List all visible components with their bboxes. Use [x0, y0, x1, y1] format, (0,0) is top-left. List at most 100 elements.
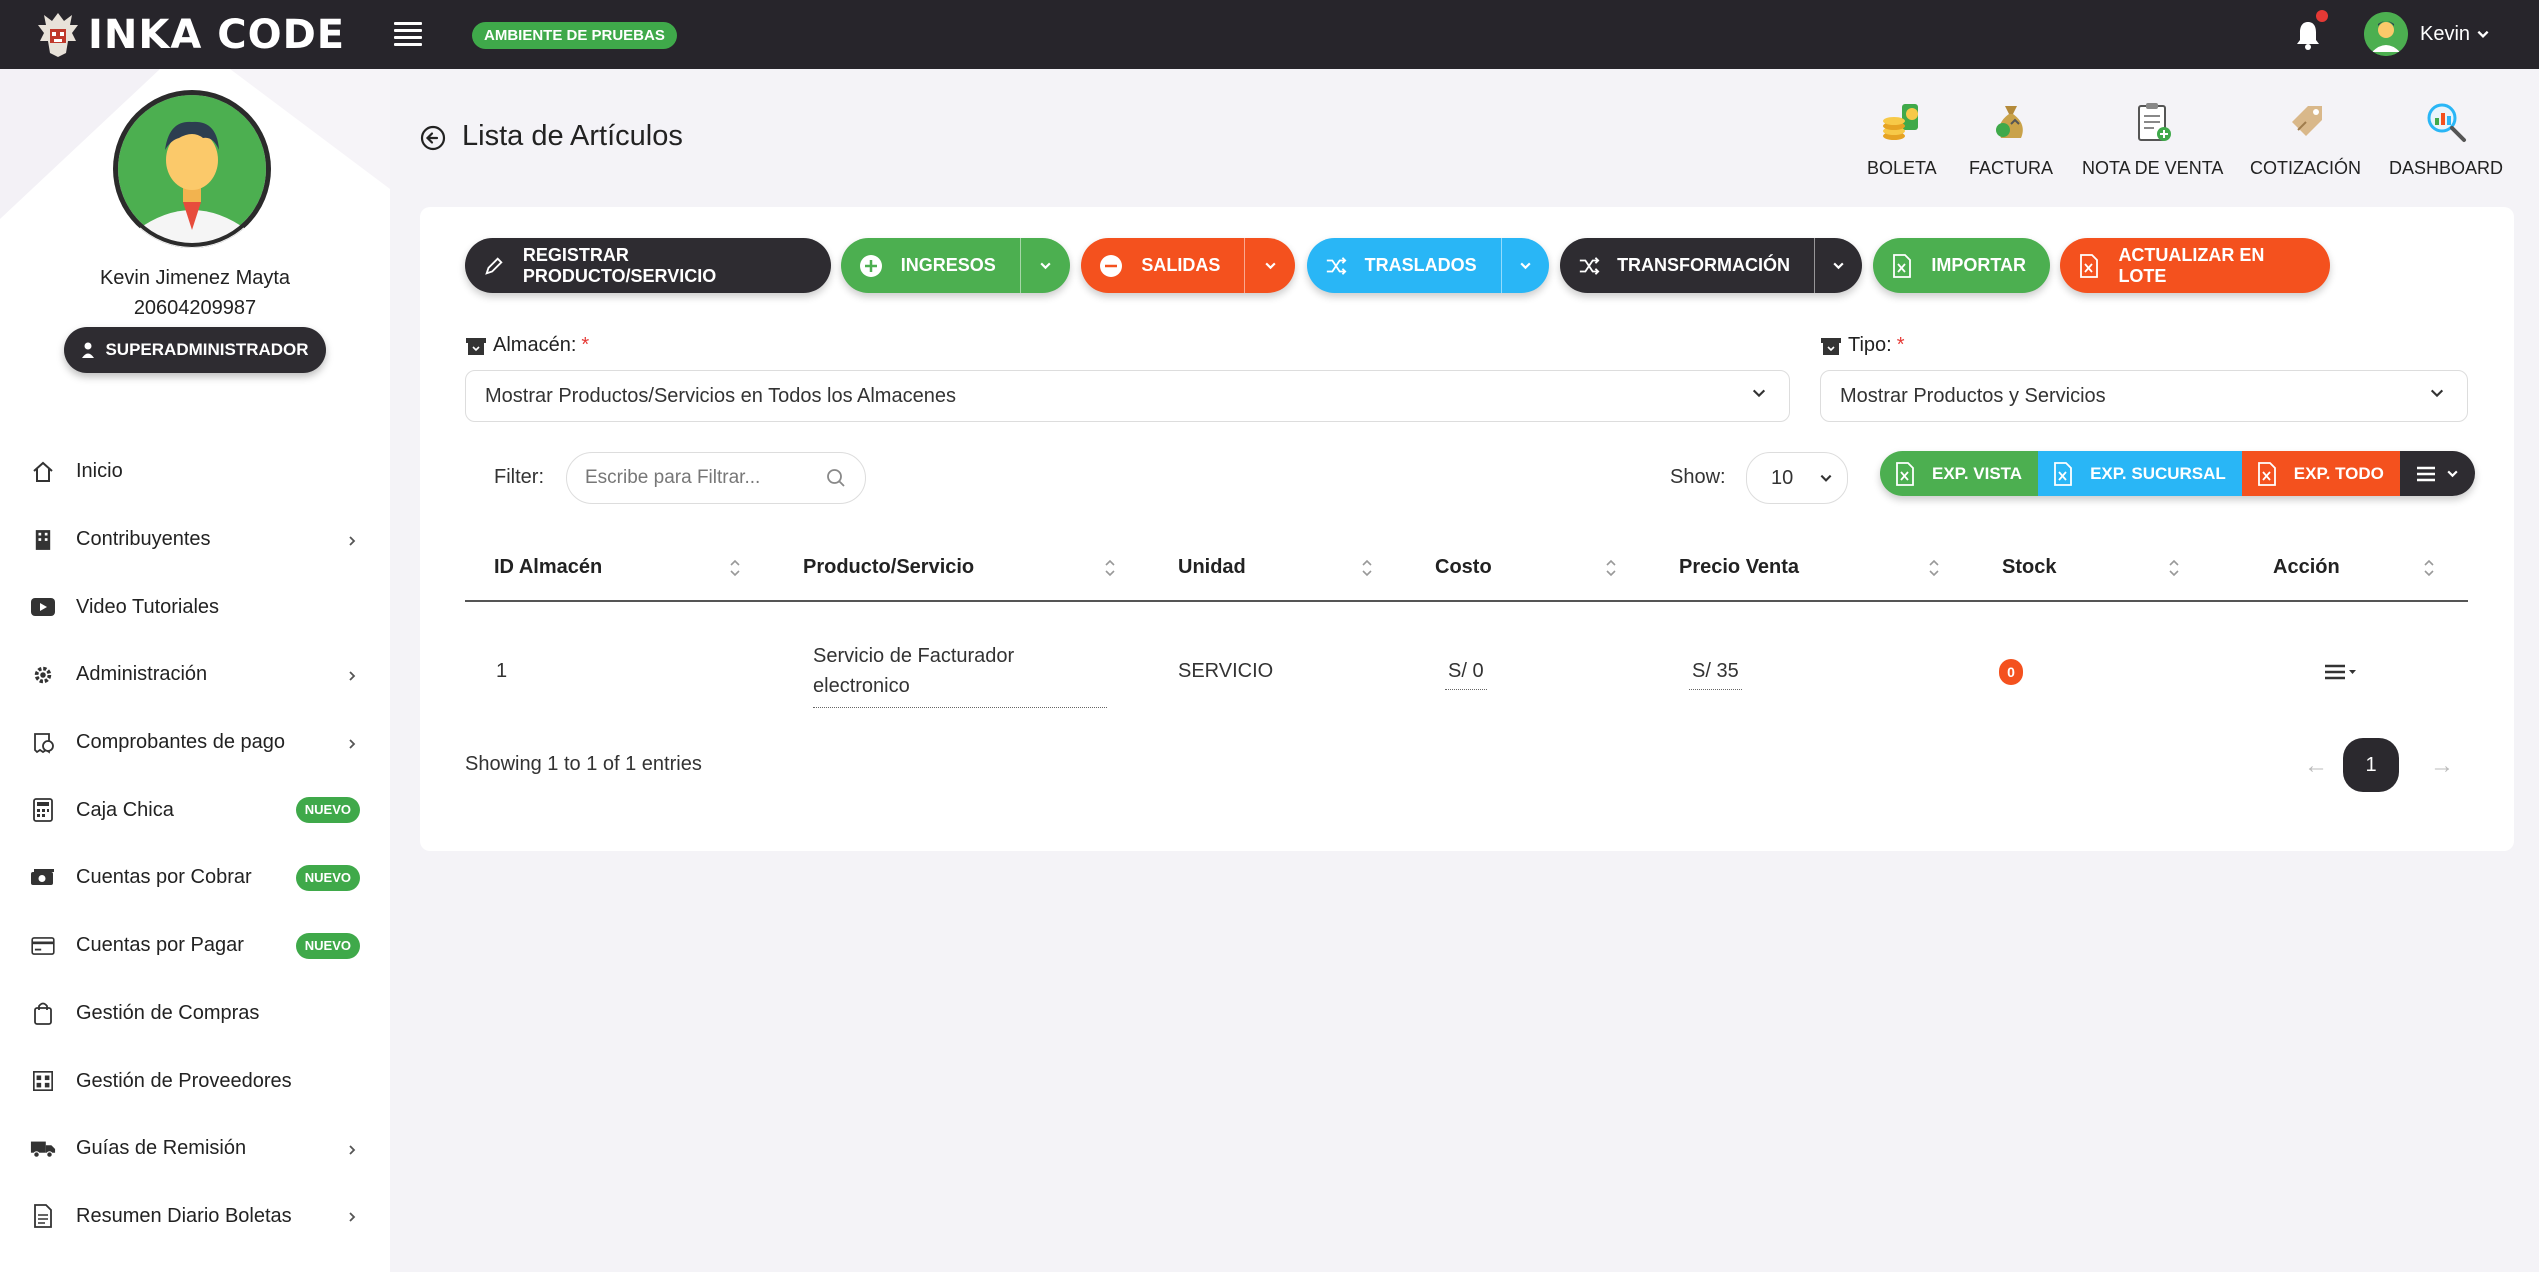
- quick-link-boleta[interactable]: BOLETA: [1867, 100, 1937, 179]
- sidebar-item-label: Contribuyentes: [76, 528, 211, 551]
- credit-card-icon: [28, 936, 58, 955]
- filter-input[interactable]: [566, 452, 866, 504]
- quick-link-factura[interactable]: FACTURA: [1969, 100, 2053, 179]
- quick-link-dashboard[interactable]: DASHBOARD: [2389, 100, 2503, 179]
- chevron-right-icon: [346, 662, 358, 688]
- almacen-select[interactable]: Mostrar Productos/Servicios en Todos los…: [465, 370, 1790, 422]
- sort-icon[interactable]: [1927, 556, 1941, 580]
- sort-icon[interactable]: [2422, 556, 2436, 580]
- cell-costo[interactable]: S/ 0: [1445, 660, 1487, 690]
- export-branch-button[interactable]: EXP. SUCURSAL: [2038, 451, 2242, 496]
- sidebar-item-cuentas-por-cobrar[interactable]: Cuentas por Cobrar NUEVO: [0, 844, 390, 912]
- cell-unidad: SERVICIO: [1178, 660, 1274, 682]
- new-badge: NUEVO: [295, 932, 360, 959]
- menu-toggle-button[interactable]: [394, 22, 422, 46]
- sort-icon[interactable]: [1604, 556, 1618, 580]
- importar-button[interactable]: IMPORTAR: [1873, 238, 2050, 293]
- new-badge: NUEVO: [295, 864, 360, 891]
- chevron-down-icon: [2430, 389, 2444, 398]
- sidebar-item-cuentas-por-pagar[interactable]: Cuentas por Pagar NUEVO: [0, 912, 390, 980]
- ingresos-button[interactable]: INGRESOS: [841, 238, 1070, 293]
- entries-info: Showing 1 to 1 of 1 entries: [465, 753, 702, 775]
- row-actions-menu-icon[interactable]: [2323, 662, 2357, 682]
- price-tag-icon: [2291, 106, 2322, 136]
- column-header-precio-venta[interactable]: Precio Venta: [1679, 556, 1799, 579]
- notification-bell-icon[interactable]: [2292, 18, 2324, 52]
- column-header-id-almacen[interactable]: ID Almacén: [494, 556, 602, 579]
- truck-icon: [28, 1139, 58, 1159]
- tipo-select[interactable]: Mostrar Productos y Servicios: [1820, 370, 2468, 422]
- sort-icon[interactable]: [1360, 556, 1374, 580]
- minus-circle-icon: [1081, 238, 1141, 293]
- user-name: Kevin: [2420, 22, 2471, 45]
- sidebar-item-gestion-de-compras[interactable]: Gestión de Compras: [0, 980, 390, 1048]
- chevron-down-icon: [1820, 474, 1832, 482]
- column-header-accion[interactable]: Acción: [2273, 556, 2340, 579]
- actualizar-en-lote-button[interactable]: ACTUALIZAR EN LOTE: [2060, 238, 2330, 293]
- filter-label: Filter:: [494, 466, 544, 488]
- back-arrow-icon[interactable]: [420, 125, 446, 151]
- cell-precio-venta[interactable]: S/ 35: [1689, 660, 1742, 690]
- document-icon: [28, 1204, 58, 1229]
- sidebar-nav: Inicio Contribuyentes Video Tutoriales Admi…: [0, 438, 390, 1272]
- profile-name: Kevin Jimenez Mayta: [99, 267, 291, 289]
- column-visibility-button[interactable]: [2399, 451, 2475, 496]
- salidas-button[interactable]: SALIDAS: [1081, 238, 1295, 293]
- clipboard-add-icon: [2137, 103, 2171, 141]
- home-icon: [28, 460, 58, 484]
- export-view-button[interactable]: EXP. VISTA: [1880, 451, 2039, 496]
- pagination-prev[interactable]: ←: [2304, 752, 2328, 780]
- sort-icon[interactable]: [1103, 556, 1117, 580]
- role-badge[interactable]: SUPERADMINISTRADOR: [64, 327, 326, 373]
- sidebar-item-video-tutoriales[interactable]: Video Tutoriales: [0, 573, 390, 641]
- money-bag-icon: [1996, 106, 2023, 138]
- pencil-icon: [465, 238, 523, 293]
- almacen-label: Almacén: *: [465, 334, 589, 357]
- register-product-button[interactable]: REGISTRAR PRODUCTO/SERVICIO: [465, 238, 831, 293]
- quick-link-nota-de-venta[interactable]: NOTA DE VENTA: [2082, 100, 2223, 179]
- cell-producto[interactable]: Servicio de Facturador electronico: [813, 641, 1107, 708]
- sidebar-item-administracion[interactable]: Administración: [0, 641, 390, 709]
- sidebar-item-caja-chica[interactable]: Caja Chica NUEVO: [0, 776, 390, 844]
- money-icon: [28, 868, 58, 888]
- traslados-button[interactable]: TRASLADOS: [1307, 238, 1549, 293]
- quick-link-cotizacion[interactable]: COTIZACIÓN: [2250, 100, 2361, 179]
- inka-mask-icon: [38, 12, 78, 57]
- chevron-down-icon: [2477, 30, 2489, 38]
- sort-icon[interactable]: [728, 556, 742, 580]
- chevron-right-icon: [346, 1136, 358, 1162]
- sidebar-item-gestion-de-proveedores[interactable]: Gestión de Proveedores: [0, 1047, 390, 1115]
- chevron-down-icon: [2447, 470, 2458, 478]
- sidebar-item-label: Video Tutoriales: [76, 595, 220, 618]
- excel-file-icon: [2060, 238, 2118, 293]
- page-size-select[interactable]: 10: [1746, 452, 1848, 504]
- user-menu[interactable]: Kevin: [2364, 12, 2490, 56]
- magnifier-chart-icon: [2427, 103, 2467, 142]
- list-icon: [2416, 466, 2435, 481]
- pagination-page-1[interactable]: 1: [2343, 738, 2399, 792]
- profile-avatar[interactable]: [113, 90, 271, 248]
- logo[interactable]: INKA CODE: [36, 11, 345, 59]
- user-tie-icon: [82, 342, 95, 358]
- transformacion-button[interactable]: TRANSFORMACIÓN: [1560, 238, 1862, 293]
- sidebar-item-label: Inicio: [76, 460, 123, 483]
- sidebar-item-resumen-diario-boletas[interactable]: Resumen Diario Boletas: [0, 1183, 390, 1251]
- chevron-right-icon: [346, 1203, 358, 1229]
- search-icon[interactable]: [826, 468, 846, 488]
- column-header-stock[interactable]: Stock: [2002, 556, 2056, 579]
- shuffle-icon: [1560, 238, 1617, 293]
- sort-icon[interactable]: [2167, 556, 2181, 580]
- sidebar-item-guias-de-remision[interactable]: Guías de Remisión: [0, 1115, 390, 1183]
- sidebar-item-clientes[interactable]: Clientes: [0, 1250, 390, 1272]
- export-all-button[interactable]: EXP. TODO: [2241, 451, 2400, 496]
- pagination-next[interactable]: →: [2430, 752, 2454, 780]
- user-avatar: [2364, 12, 2408, 56]
- sidebar-item-inicio[interactable]: Inicio: [0, 438, 390, 506]
- column-header-producto[interactable]: Producto/Servicio: [803, 556, 974, 579]
- column-header-costo[interactable]: Costo: [1435, 556, 1492, 579]
- sidebar-item-comprobantes-de-pago[interactable]: Comprobantes de pago: [0, 709, 390, 777]
- shuffle-icon: [1307, 238, 1365, 293]
- column-header-unidad[interactable]: Unidad: [1178, 556, 1246, 579]
- sidebar-item-label: Gestión de Compras: [76, 1001, 260, 1024]
- sidebar-item-contribuyentes[interactable]: Contribuyentes: [0, 506, 390, 574]
